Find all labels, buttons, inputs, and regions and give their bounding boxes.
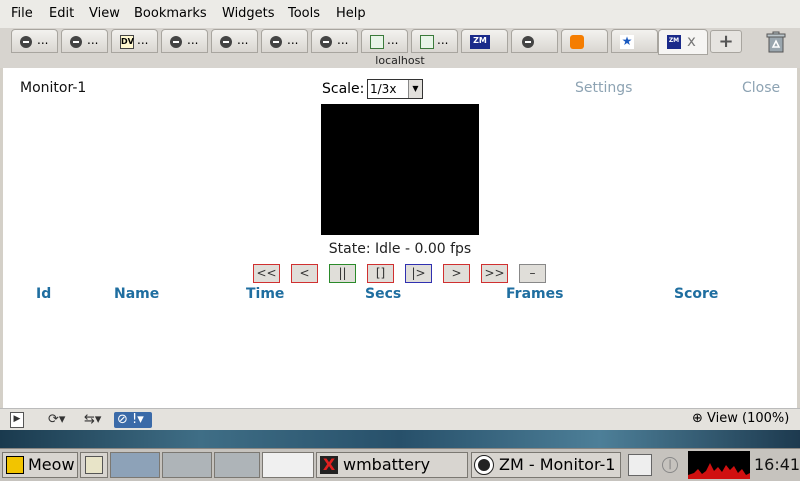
tab-9[interactable]: ... xyxy=(411,29,458,53)
close-link[interactable]: Close xyxy=(742,80,780,96)
clock: 16:41 xyxy=(754,455,800,474)
dv-favicon-icon: DV xyxy=(120,35,134,49)
column-time[interactable]: Time xyxy=(246,286,284,302)
panel-toggle-icon[interactable]: ▶ xyxy=(10,412,24,428)
fast-forward-button[interactable]: >> xyxy=(481,264,508,283)
taskbar-blank-window[interactable] xyxy=(262,452,314,478)
zoom-icon: ⊕ xyxy=(692,411,703,426)
settings-link[interactable]: Settings xyxy=(575,80,632,96)
play-button[interactable]: |> xyxy=(405,264,432,283)
blogger-icon xyxy=(570,35,584,49)
tab-8[interactable]: ... xyxy=(361,29,408,53)
pause-button[interactable]: || xyxy=(329,264,356,283)
menu-edit[interactable]: Edit xyxy=(49,6,74,21)
content-blocker-button[interactable]: ⊘ !▾ xyxy=(114,412,152,428)
scale-label: Scale: xyxy=(322,81,365,97)
step-forward-button[interactable]: > xyxy=(443,264,470,283)
address-host: localhost xyxy=(0,55,800,68)
tab-5[interactable]: ... xyxy=(211,29,258,53)
menu-view[interactable]: View xyxy=(89,6,120,21)
taskbar-zm-monitor[interactable]: ZM - Monitor-1 xyxy=(471,452,621,478)
menu-help[interactable]: Help xyxy=(336,6,366,21)
menu-file[interactable]: File xyxy=(11,6,33,21)
tab-3[interactable]: DV... xyxy=(111,29,158,53)
new-tab-button[interactable]: + xyxy=(710,30,742,53)
zoom-out-button[interactable]: – xyxy=(519,264,546,283)
zm-favicon-icon: ZM xyxy=(667,35,681,49)
step-back-button[interactable]: < xyxy=(291,264,318,283)
reload-icon[interactable]: ⟳▾ xyxy=(48,412,65,428)
share-icon[interactable]: ⇆▾ xyxy=(84,412,101,428)
stop-button[interactable]: [] xyxy=(367,264,394,283)
page-icon xyxy=(20,36,32,48)
trash-icon[interactable] xyxy=(765,31,787,53)
column-score[interactable]: Score xyxy=(674,286,718,302)
document-icon xyxy=(420,35,434,49)
tab-12[interactable] xyxy=(561,29,608,53)
video-stream xyxy=(321,104,479,235)
page-icon xyxy=(270,36,282,48)
state-text: State: Idle - 0.00 fps xyxy=(328,241,472,257)
fast-rewind-button[interactable]: << xyxy=(253,264,280,283)
page-icon xyxy=(522,36,534,48)
desktop-background xyxy=(0,430,800,448)
zoom-level[interactable]: ⊕ View (100%) xyxy=(692,411,789,426)
column-frames[interactable]: Frames xyxy=(506,286,563,302)
taskbar-notes[interactable] xyxy=(80,452,108,478)
column-name[interactable]: Name xyxy=(114,286,159,302)
power-icon[interactable]: | xyxy=(662,457,678,473)
menu-widgets[interactable]: Widgets xyxy=(222,6,275,21)
document-icon xyxy=(370,35,384,49)
workspace-3[interactable] xyxy=(214,452,260,478)
column-secs[interactable]: Secs xyxy=(365,286,401,302)
column-id[interactable]: Id xyxy=(36,286,51,302)
zm-favicon-icon: ZM xyxy=(470,35,490,49)
page-icon xyxy=(320,36,332,48)
menu-bar: File Edit View Bookmarks Widgets Tools H… xyxy=(0,0,800,28)
tab-bar: ... ... DV... ... ... ... ... ... ... ZM… xyxy=(0,28,800,55)
tab-4[interactable]: ... xyxy=(161,29,208,53)
status-bar: ▶ ⟳▾ ⇆▾ ⊘ !▾ ⊕ View (100%) xyxy=(0,408,800,431)
workspace-1[interactable] xyxy=(110,452,160,478)
page-icon xyxy=(220,36,232,48)
scale-select[interactable]: 1/3x ▼ xyxy=(367,79,423,99)
tab-11[interactable] xyxy=(511,29,558,53)
taskbar-meow[interactable]: Meow xyxy=(2,452,78,478)
tab-10[interactable]: ZM xyxy=(461,29,508,53)
taskbar: Meow X wmbattery ZM - Monitor-1 | 16:41 xyxy=(0,448,800,481)
notes-icon xyxy=(85,456,103,474)
x-app-icon: X xyxy=(320,456,338,474)
taskbar-wmbattery[interactable]: X wmbattery xyxy=(316,452,468,478)
tab-13[interactable]: ★ xyxy=(611,29,658,53)
tab-2[interactable]: ... xyxy=(61,29,108,53)
workspace-2[interactable] xyxy=(162,452,212,478)
monitor-name: Monitor-1 xyxy=(20,80,87,96)
star-icon: ★ xyxy=(620,34,634,49)
page-icon xyxy=(70,36,82,48)
tab-6[interactable]: ... xyxy=(261,29,308,53)
tab-1[interactable]: ... xyxy=(11,29,58,53)
tab-active-zm[interactable]: ZM x xyxy=(658,29,708,55)
chevron-down-icon: ▼ xyxy=(408,80,422,98)
cat-icon xyxy=(6,456,24,474)
cpu-graph-icon xyxy=(688,451,750,479)
menu-tools[interactable]: Tools xyxy=(288,6,320,21)
close-tab-icon[interactable]: x xyxy=(687,32,696,50)
browser-icon xyxy=(474,455,494,475)
battery-icon[interactable] xyxy=(628,454,652,476)
menu-bookmarks[interactable]: Bookmarks xyxy=(134,6,207,21)
page-content: Monitor-1 Scale: 1/3x ▼ Settings Close S… xyxy=(3,68,797,408)
tab-7[interactable]: ... xyxy=(311,29,358,53)
page-icon xyxy=(170,36,182,48)
